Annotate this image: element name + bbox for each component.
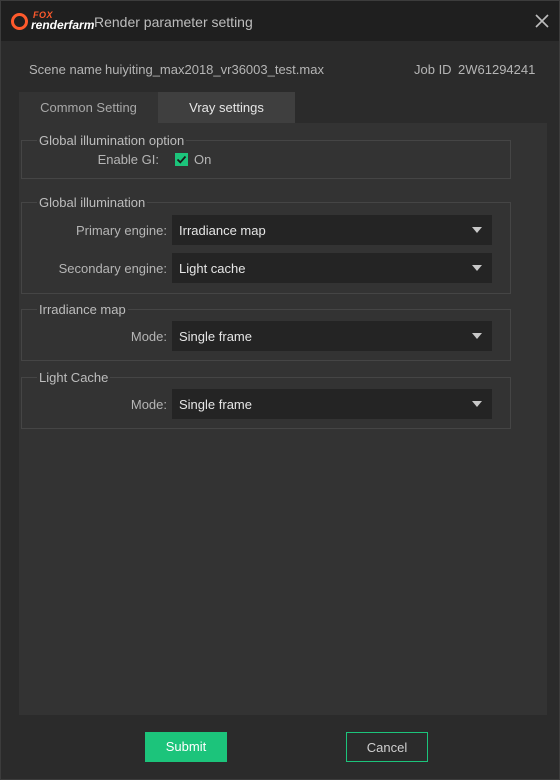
- tab-common-setting[interactable]: Common Setting: [19, 92, 158, 123]
- secondary-engine-label: Secondary engine:: [58, 261, 167, 276]
- logo-ring-icon: [11, 13, 28, 30]
- irradiance-mode-label: Mode:: [130, 329, 167, 344]
- scene-name-label: Scene name: [29, 62, 102, 77]
- gi-title: Global illumination: [37, 195, 148, 210]
- foxrenderfarm-logo: FOX renderfarm: [11, 10, 95, 33]
- secondary-engine-value: Light cache: [179, 261, 246, 276]
- light-cache-mode-value: Single frame: [179, 397, 252, 412]
- irradiance-map-group: Irradiance map Mode: Single frame: [21, 302, 511, 361]
- chevron-down-icon: [472, 227, 482, 233]
- enable-gi-state: On: [194, 152, 212, 167]
- logo-bottom-text: renderfarm: [31, 18, 95, 32]
- cancel-button[interactable]: Cancel: [346, 732, 428, 762]
- light-cache-group: Light Cache Mode: Single frame: [21, 370, 511, 429]
- close-icon[interactable]: [534, 13, 550, 29]
- irradiance-mode-value: Single frame: [179, 329, 252, 344]
- job-id-value: 2W61294241: [458, 62, 536, 77]
- irradiance-mode-select[interactable]: Single frame: [172, 321, 492, 351]
- vray-settings-panel: Global illumination option Enable GI: On…: [19, 123, 547, 715]
- chevron-down-icon: [472, 333, 482, 339]
- light-cache-title: Light Cache: [37, 370, 111, 385]
- enable-gi-label: Enable GI:: [97, 152, 159, 167]
- render-parameter-dialog: FOX renderfarm Render parameter setting …: [0, 0, 560, 780]
- secondary-engine-select[interactable]: Light cache: [172, 253, 492, 283]
- tab-vray-settings[interactable]: Vray settings: [158, 92, 295, 123]
- gi-option-group: Global illumination option Enable GI: On: [21, 133, 511, 179]
- gi-option-title: Global illumination option: [37, 133, 187, 148]
- primary-engine-label: Primary engine:: [75, 223, 167, 238]
- job-id-label: Job ID: [414, 62, 452, 77]
- scene-name-value: huiyiting_max2018_vr36003_test.max: [105, 62, 324, 77]
- primary-engine-select[interactable]: Irradiance map: [172, 215, 492, 245]
- title-bar: FOX renderfarm Render parameter setting: [1, 1, 559, 41]
- chevron-down-icon: [472, 401, 482, 407]
- enable-gi-checkbox[interactable]: [175, 153, 188, 166]
- irradiance-map-title: Irradiance map: [37, 302, 128, 317]
- primary-engine-value: Irradiance map: [179, 223, 266, 238]
- gi-group: Global illumination Primary engine: Irra…: [21, 195, 511, 294]
- chevron-down-icon: [472, 265, 482, 271]
- light-cache-mode-select[interactable]: Single frame: [172, 389, 492, 419]
- window-title: Render parameter setting: [94, 14, 253, 30]
- light-cache-mode-label: Mode:: [130, 397, 167, 412]
- submit-button[interactable]: Submit: [145, 732, 227, 762]
